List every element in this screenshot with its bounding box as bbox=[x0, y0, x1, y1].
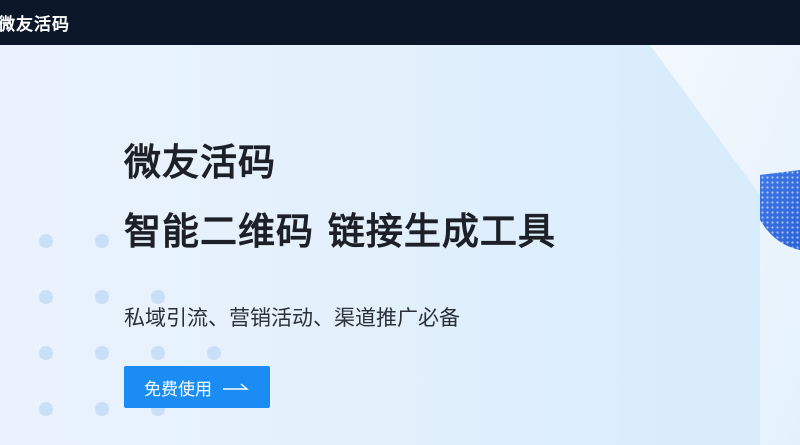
hero-subtitle: 私域引流、营销活动、渠道推广必备 bbox=[124, 306, 460, 330]
free-trial-button-label: 免费使用 bbox=[144, 379, 212, 400]
hero-title-line1: 微友活码 bbox=[124, 141, 276, 184]
top-nav-bar: 微友活码 bbox=[0, 0, 800, 45]
brand-logo-text[interactable]: 微友活码 bbox=[0, 10, 70, 35]
free-trial-button[interactable]: 免费使用 bbox=[124, 366, 270, 408]
hero-section: 微友活码 智能二维码 链接生成工具 私域引流、营销活动、渠道推广必备 免费使用 bbox=[0, 45, 800, 445]
arrow-right-icon bbox=[223, 383, 249, 390]
hero-title-line2: 智能二维码 链接生成工具 bbox=[124, 210, 556, 253]
